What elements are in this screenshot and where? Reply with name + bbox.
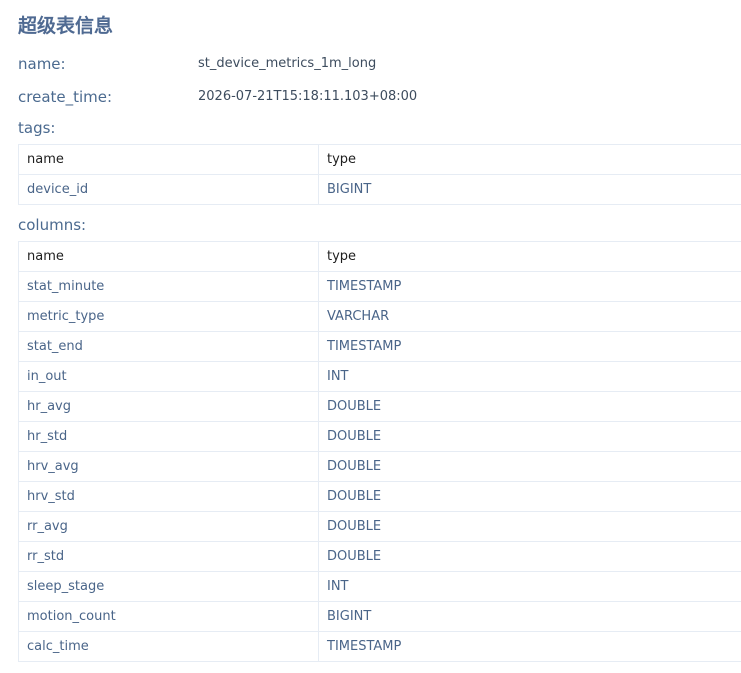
cell-type: TIMESTAMP — [318, 631, 741, 662]
cell-type: VARCHAR — [318, 301, 741, 332]
cell-name: sleep_stage — [18, 571, 319, 602]
cell-type: DOUBLE — [318, 481, 741, 512]
name-label: name: — [18, 55, 66, 73]
columns-header-type: type — [318, 241, 741, 272]
tags-table-header: name type — [18, 144, 741, 175]
cell-type: DOUBLE — [318, 421, 741, 452]
cell-type: INT — [318, 361, 741, 392]
create-time-row: create_time: 2026-07-21T15:18:11.103+08:… — [18, 86, 718, 108]
cell-type: BIGINT — [318, 174, 741, 205]
table-row: motion_count BIGINT — [18, 601, 741, 632]
cell-name: hr_std — [18, 421, 319, 452]
cell-name: calc_time — [18, 631, 319, 662]
table-row: hr_avg DOUBLE — [18, 391, 741, 422]
cell-name: stat_minute — [18, 271, 319, 302]
cell-type: DOUBLE — [318, 541, 741, 572]
table-row: device_id BIGINT — [18, 174, 741, 205]
cell-type: DOUBLE — [318, 391, 741, 422]
columns-table: name type stat_minute TIMESTAMP metric_typ… — [18, 241, 741, 662]
cell-name: device_id — [18, 174, 319, 205]
tags-header-name: name — [18, 144, 319, 175]
cell-type: TIMESTAMP — [318, 331, 741, 362]
create-time-value: 2026-07-21T15:18:11.103+08:00 — [198, 89, 418, 104]
table-row: hrv_avg DOUBLE — [18, 451, 741, 482]
table-row: sleep_stage INT — [18, 571, 741, 602]
page-title: 超级表信息 — [18, 15, 114, 37]
cell-type: DOUBLE — [318, 511, 741, 542]
columns-header-name: name — [18, 241, 319, 272]
table-row: metric_type VARCHAR — [18, 301, 741, 332]
columns-table-header: name type — [18, 241, 741, 272]
cell-name: hr_avg — [18, 391, 319, 422]
table-row: hr_std DOUBLE — [18, 421, 741, 452]
table-row: hrv_std DOUBLE — [18, 481, 741, 512]
name-value: st_device_metrics_1m_long — [198, 56, 377, 71]
table-row: calc_time TIMESTAMP — [18, 631, 741, 662]
table-row: in_out INT — [18, 361, 741, 392]
tags-header-type: type — [318, 144, 741, 175]
table-row: stat_end TIMESTAMP — [18, 331, 741, 362]
table-row: rr_avg DOUBLE — [18, 511, 741, 542]
cell-name: stat_end — [18, 331, 319, 362]
cell-name: rr_std — [18, 541, 319, 572]
cell-name: metric_type — [18, 301, 319, 332]
create-time-label: create_time: — [18, 88, 113, 106]
table-row: stat_minute TIMESTAMP — [18, 271, 741, 302]
columns-table-body: stat_minute TIMESTAMP metric_type VARCHAR st… — [18, 271, 741, 662]
columns-label: columns: — [18, 216, 87, 234]
cell-name: motion_count — [18, 601, 319, 632]
cell-type: DOUBLE — [318, 451, 741, 482]
cell-name: hrv_std — [18, 481, 319, 512]
cell-type: INT — [318, 571, 741, 602]
cell-type: BIGINT — [318, 601, 741, 632]
table-row: rr_std DOUBLE — [18, 541, 741, 572]
cell-name: hrv_avg — [18, 451, 319, 482]
cell-type: TIMESTAMP — [318, 271, 741, 302]
cell-name: in_out — [18, 361, 319, 392]
tags-table-body: device_id BIGINT — [18, 174, 741, 205]
tags-table: name type device_id BIGINT — [18, 144, 741, 205]
name-row: name: st_device_metrics_1m_long — [18, 53, 718, 75]
cell-name: rr_avg — [18, 511, 319, 542]
tags-label: tags: — [18, 119, 56, 137]
